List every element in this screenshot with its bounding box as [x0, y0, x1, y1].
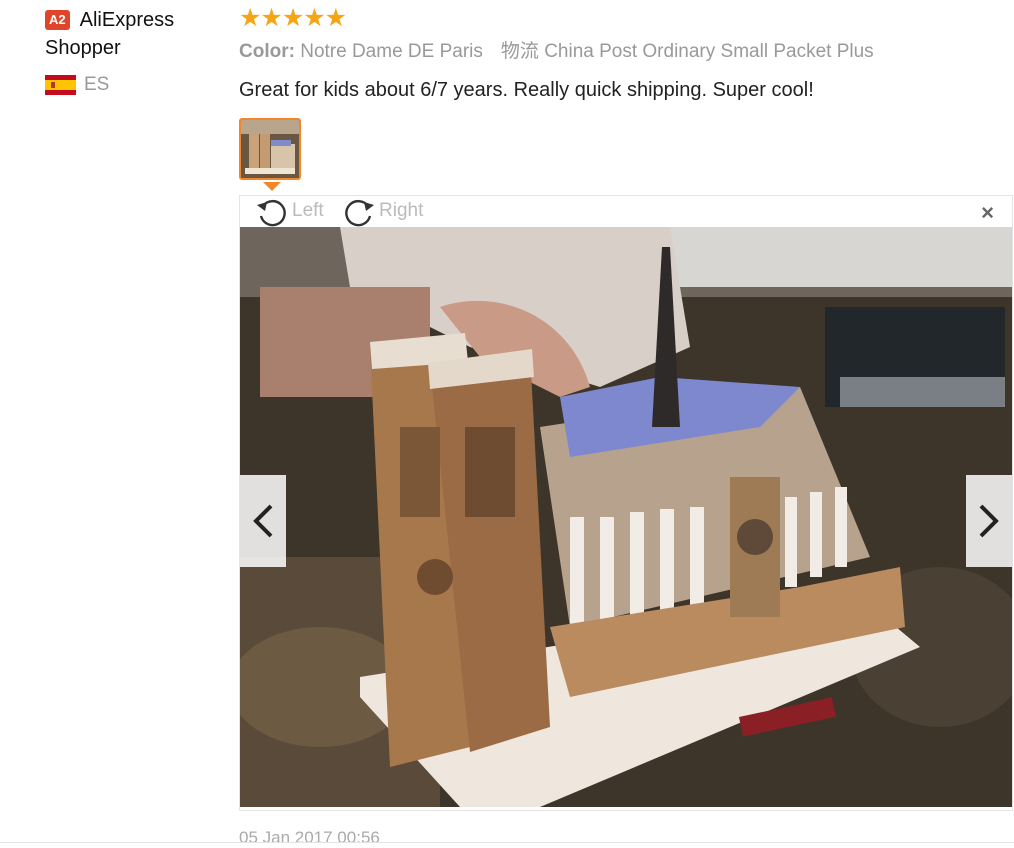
spain-flag-icon	[45, 75, 76, 95]
shipping-value: China Post Ordinary Small Packet Plus	[544, 41, 874, 62]
level-badge: A2	[45, 10, 70, 30]
country-code: ES	[84, 74, 110, 95]
rotate-left-label: Left	[292, 200, 324, 221]
color-label: Color:	[239, 41, 295, 62]
review-photo-thumbnail[interactable]	[239, 118, 301, 180]
color-value: Notre Dame DE Paris	[300, 41, 483, 62]
review-meta: Color: Notre Dame DE Paris 物流 China Post …	[239, 40, 1014, 64]
previous-photo-button[interactable]	[240, 475, 286, 567]
rotate-right-icon	[345, 199, 374, 227]
review-body: ★★★★★ Color: Notre Dame DE Paris 物流 China…	[239, 6, 1014, 102]
thumbnail-image	[241, 120, 299, 178]
review-date: 05 Jan 2017 00:56	[239, 828, 380, 847]
thumbnail-pointer	[263, 182, 281, 191]
divider	[0, 842, 1014, 843]
review-content: Great for kids about 6/7 years. Really q…	[239, 79, 814, 101]
photo-viewer: Left Right ×	[239, 195, 1013, 811]
next-photo-button[interactable]	[966, 475, 1012, 567]
close-viewer-button[interactable]: ×	[981, 202, 994, 224]
reviewer-info: A2 AliExpress Shopper ES	[45, 6, 225, 100]
chevron-left-icon	[253, 504, 273, 538]
shipping-label: 物流	[500, 41, 539, 62]
reviewer-name-row: A2 AliExpress Shopper	[45, 6, 225, 62]
rotate-left-icon	[257, 199, 286, 227]
review-photo	[240, 227, 1012, 807]
reviewer-country: ES	[45, 74, 225, 100]
star-rating: ★★★★★	[239, 4, 347, 32]
notre-dame-model-photo	[240, 227, 1012, 807]
chevron-right-icon	[979, 504, 999, 538]
rotate-right-label: Right	[379, 200, 424, 221]
